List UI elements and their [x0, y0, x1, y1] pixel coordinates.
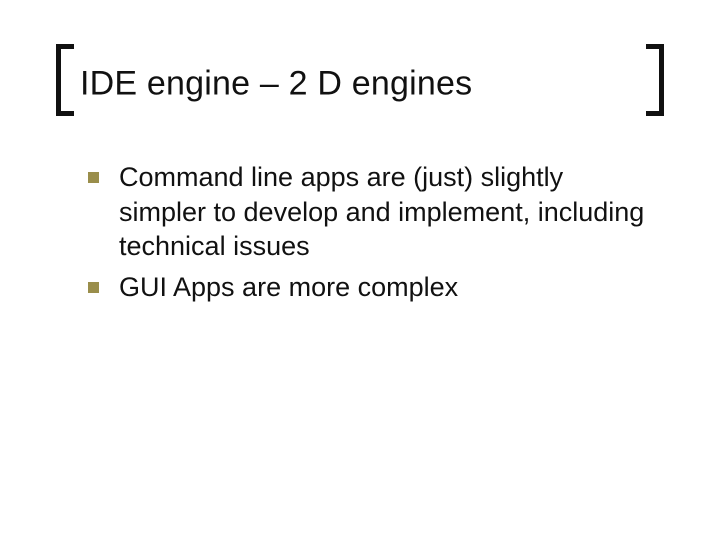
slide: IDE engine – 2 D engines Command line ap…	[0, 0, 720, 540]
square-bullet-icon	[88, 172, 99, 183]
slide-title: IDE engine – 2 D engines	[80, 64, 640, 103]
bullet-text: GUI Apps are more complex	[119, 270, 650, 305]
title-wrap: IDE engine – 2 D engines	[56, 44, 664, 116]
slide-body: Command line apps are (just) slightly si…	[88, 160, 650, 310]
bullet-text: Command line apps are (just) slightly si…	[119, 160, 650, 264]
right-bracket-icon	[646, 44, 664, 116]
list-item: Command line apps are (just) slightly si…	[88, 160, 650, 264]
left-bracket-icon	[56, 44, 74, 116]
list-item: GUI Apps are more complex	[88, 270, 650, 305]
square-bullet-icon	[88, 282, 99, 293]
